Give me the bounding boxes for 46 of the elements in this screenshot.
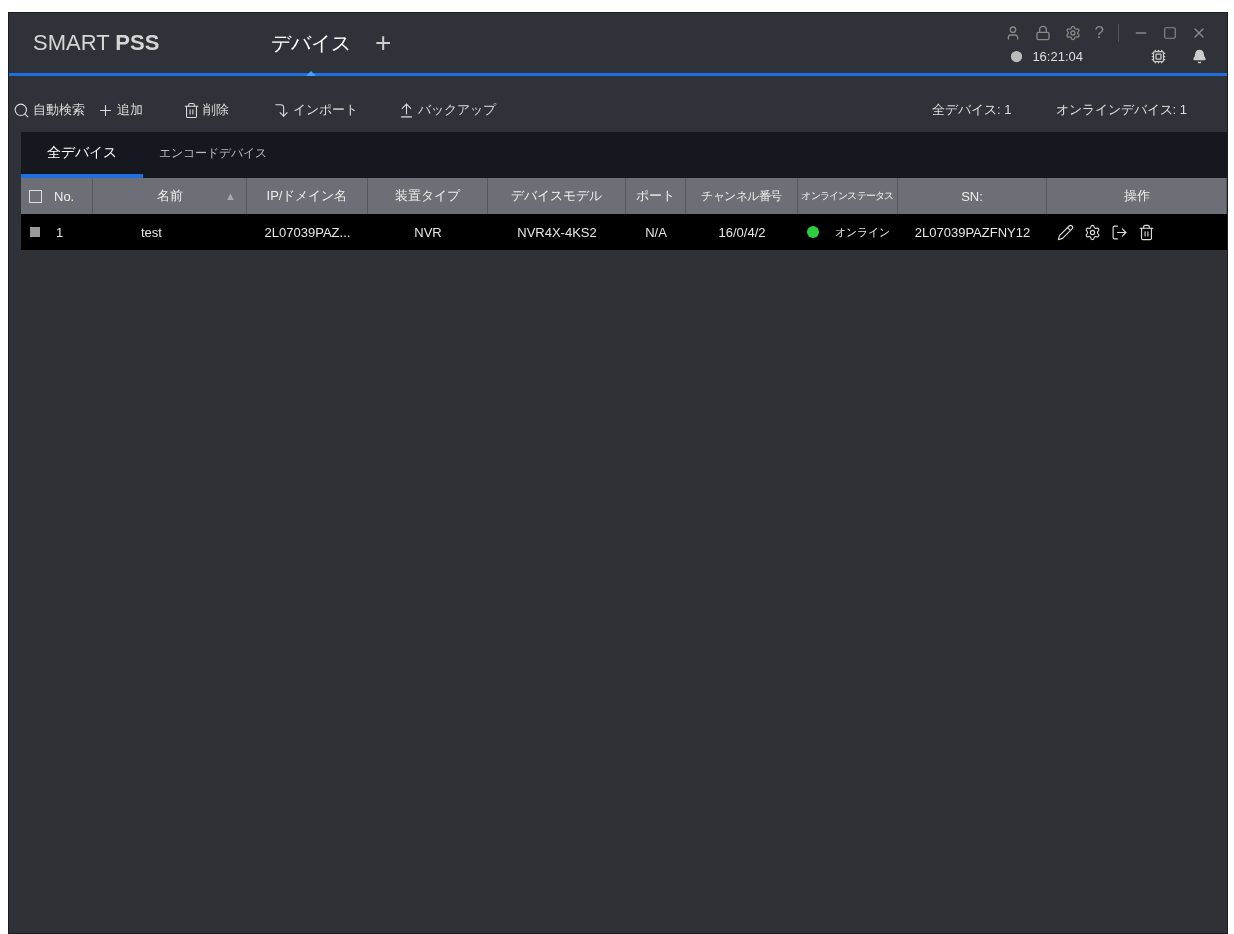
arrow-icon [273,101,290,119]
maximize-icon[interactable] [1163,25,1177,40]
column-header[interactable]: ポート [636,187,675,205]
table-cell: N/A [645,224,667,240]
select-all-checkbox[interactable] [29,189,42,203]
toolbar-button[interactable]: 追加 [97,101,143,119]
table-cell: NVR [414,224,442,240]
search-icon [13,101,30,119]
column-header[interactable]: 操作 [1123,187,1150,205]
add-tab-button[interactable]: + [375,27,392,59]
edit-icon[interactable] [1057,223,1074,241]
help-button[interactable]: ? [1094,22,1104,43]
top-tab[interactable]: デバイス [265,13,357,73]
device-count: オンラインデバイス: 1 [1055,101,1187,119]
trash-icon [183,101,200,119]
table-cell: オンライン [834,224,890,240]
clock-time: 16:21:04 [1032,48,1083,64]
upload-icon [398,101,415,119]
table-row[interactable]: 1 test 2L07039PAZ... NVR NVR4X-4KS2 N/A 16/0/4/2 オンライン 2L07039PAZFNY12 [21,214,1227,250]
device-count: 全デバイス: 1 [932,101,1012,119]
column-header[interactable]: 装置タイプ [395,187,460,205]
table-cell: 2L07039PAZ... [264,224,351,240]
bell-icon[interactable] [1192,48,1207,64]
toolbar-button[interactable]: 自動検索 [13,101,85,119]
table-cell: test [141,224,162,240]
column-header[interactable]: 名前 [156,187,183,205]
column-header[interactable]: No. [54,188,75,204]
column-header[interactable]: オンラインステータス [801,189,894,203]
lock-icon[interactable] [1034,24,1051,41]
column-header[interactable]: SN: [961,188,983,204]
table-cell: NVR4X-4KS2 [517,224,597,240]
app-logo: SMART PSS [33,30,161,56]
toolbar-button[interactable]: バックアップ [398,101,496,119]
trash-icon[interactable] [1138,223,1155,241]
column-header[interactable]: デバイスモデル [511,187,602,205]
chip-icon[interactable] [1151,48,1166,64]
table-cell: 2L07039PAZFNY12 [914,224,1031,240]
toolbar-button[interactable]: インポート [273,101,358,119]
toolbar-button[interactable]: 削除 [183,101,229,119]
table-cell: 1 [56,224,64,240]
table-cell: 16/0/4/2 [718,224,766,240]
column-header[interactable]: チャンネル番号 [701,187,782,205]
export-icon[interactable] [1111,223,1128,241]
row-checkbox[interactable] [30,227,40,237]
column-header[interactable]: IP/ドメイン名 [266,187,348,205]
tab[interactable]: エンコードデバイス [143,132,283,178]
